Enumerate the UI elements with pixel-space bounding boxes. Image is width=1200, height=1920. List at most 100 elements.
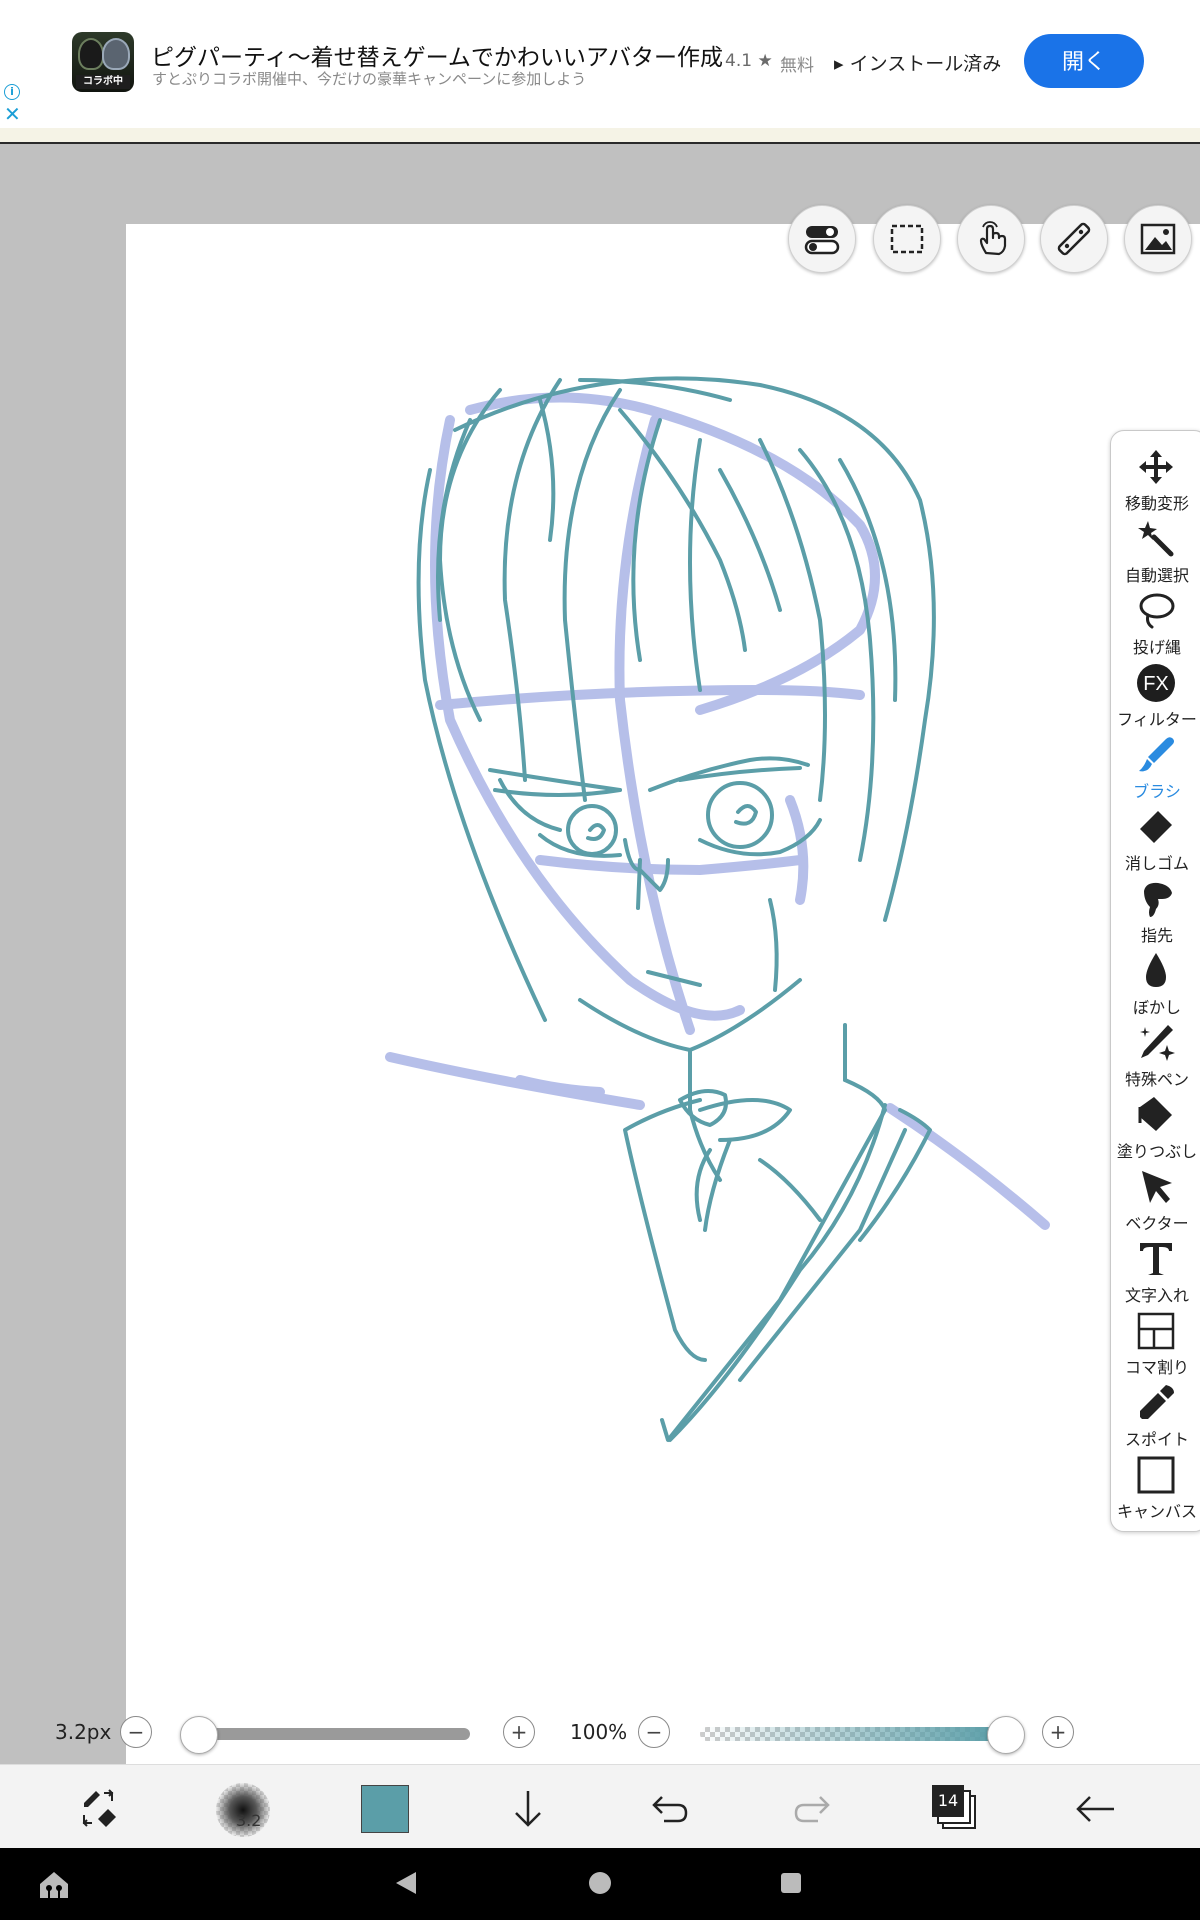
ruler-button[interactable] (1040, 205, 1108, 273)
brush-size-slider-handle[interactable] (180, 1716, 218, 1754)
brush-size-value: 3.2px (55, 1720, 112, 1744)
magic-wand-icon (1138, 521, 1174, 557)
gesture-button[interactable] (957, 205, 1025, 273)
ruler-icon (1057, 222, 1091, 256)
ad-app-icon-tag: コラボ中 (76, 75, 130, 89)
house-tool-icon (40, 1872, 68, 1898)
tool-lasso[interactable]: 投げ縄 (1111, 589, 1200, 661)
undo-icon (652, 1796, 688, 1823)
brush-size-decrease-button[interactable]: − (120, 1716, 152, 1748)
brush-size-badge: 3.2 (236, 1811, 262, 1830)
tool-special-pen[interactable]: 特殊ペン (1111, 1021, 1200, 1093)
tool-brush[interactable]: ブラシ (1111, 733, 1200, 805)
special-pen-icon (1140, 1025, 1175, 1061)
tool-move-transform[interactable]: 移動変形 (1111, 445, 1200, 517)
tool-blur[interactable]: ぼかし (1111, 949, 1200, 1021)
ad-close-icon[interactable]: ✕ (4, 104, 21, 124)
hand-touch-icon (979, 221, 1007, 256)
nav-recents-button[interactable] (781, 1873, 801, 1893)
ad-banner[interactable]: コラボ中 ピグパーティ〜着せ替えゲームでかわいいアバター作成 すとぷりコラボ開催… (0, 0, 1200, 128)
opacity-decrease-button[interactable]: − (638, 1716, 670, 1748)
tool-label: 文字入れ (1124, 1286, 1189, 1305)
lasso-icon (1139, 593, 1175, 629)
opacity-increase-button[interactable]: + (1042, 1716, 1074, 1748)
tool-label: 投げ縄 (1132, 638, 1181, 657)
eyedropper-icon (1140, 1385, 1174, 1419)
ad-installed-label: インストール済み (849, 53, 1002, 75)
sketch-lines (416, 376, 936, 1442)
panel-split-icon (1137, 1312, 1175, 1350)
tool-label: キャンバス (1116, 1502, 1197, 1521)
redo-button[interactable] (792, 1791, 832, 1827)
tool-eraser[interactable]: 消しゴム (1111, 805, 1200, 877)
blur-drop-icon (1146, 953, 1166, 987)
tool-label: 消しゴム (1124, 854, 1189, 873)
tool-palette: 移動変形 自動選択 投げ縄 FX フィルター ブラシ 消しゴム 指先 ぼかし 特… (1110, 430, 1200, 1532)
ad-app-icon[interactable]: コラボ中 (72, 32, 134, 92)
opacity-slider-handle[interactable] (987, 1716, 1025, 1754)
fill-bucket-icon (1138, 1097, 1172, 1131)
tool-vector[interactable]: ベクター (1111, 1165, 1200, 1237)
canvas-icon (1137, 1456, 1175, 1494)
opacity-slider-track[interactable] (700, 1727, 1000, 1741)
ad-title[interactable]: ピグパーティ〜着せ替えゲームでかわいいアバター作成 (151, 38, 723, 72)
tool-eyedropper[interactable]: スポイト (1111, 1381, 1200, 1453)
tool-canvas[interactable]: キャンバス (1111, 1453, 1200, 1525)
text-icon (1140, 1243, 1172, 1275)
selection-button[interactable] (873, 205, 941, 273)
ad-rating: 4.1 ★ (725, 51, 773, 71)
redo-icon (794, 1796, 830, 1823)
ad-installed-status: ▸ インストール済み (834, 49, 1001, 76)
tool-label: ブラシ (1133, 782, 1181, 801)
nav-home-button[interactable] (589, 1872, 611, 1894)
tool-smudge[interactable]: 指先 (1111, 877, 1200, 949)
tool-label: 自動選択 (1124, 566, 1189, 585)
color-swatch-button[interactable] (361, 1785, 409, 1833)
undo-button[interactable] (650, 1791, 690, 1827)
ad-open-button[interactable]: 開く (1024, 34, 1144, 88)
tool-label: 移動変形 (1124, 494, 1189, 513)
system-nav-bar (0, 1848, 1200, 1920)
settings-toggle-button[interactable] (788, 205, 856, 273)
image-icon (1140, 223, 1176, 255)
brush-eraser-swap-icon (82, 1789, 116, 1827)
material-button[interactable] (1124, 205, 1192, 273)
eraser-icon (1140, 811, 1172, 843)
arrow-down-icon (515, 1791, 541, 1827)
swap-brush-eraser-button[interactable] (78, 1787, 120, 1829)
tool-label: ベクター (1125, 1214, 1189, 1233)
ad-subtitle: すとぷりコラボ開催中、今だけの豪華キャンペーンに参加しよう (152, 70, 587, 88)
tool-label: 指先 (1140, 926, 1173, 945)
tool-filter[interactable]: FX フィルター (1111, 661, 1200, 733)
tool-label: スポイト (1124, 1430, 1189, 1449)
tool-fill[interactable]: 塗りつぶし (1111, 1093, 1200, 1165)
save-down-button[interactable] (508, 1787, 548, 1831)
accessibility-app-icon[interactable] (38, 1870, 70, 1900)
nav-back-button[interactable] (394, 1870, 418, 1896)
tool-panel-split[interactable]: コマ割り (1111, 1309, 1200, 1381)
brush-slider-row: 3.2px − + 100% − + (0, 1700, 1200, 1764)
drawing-canvas[interactable] (126, 224, 1200, 1764)
triangle-back-icon (396, 1872, 416, 1894)
opacity-value: 100% (570, 1720, 628, 1744)
sketch-artwork (385, 376, 1050, 1442)
move-icon (1139, 450, 1173, 484)
tool-label: 特殊ペン (1124, 1070, 1189, 1089)
vector-arrow-icon (1142, 1171, 1172, 1203)
bottom-toolbar: 3.2 14 (0, 1764, 1200, 1849)
brush-preview-button[interactable]: 3.2 (216, 1783, 270, 1837)
back-button[interactable] (1074, 1789, 1118, 1829)
fx-text: FX (1143, 673, 1169, 695)
layers-button[interactable]: 14 (932, 1785, 976, 1831)
tool-text[interactable]: 文字入れ (1111, 1237, 1200, 1309)
brush-size-increase-button[interactable]: + (503, 1716, 535, 1748)
tool-label: フィルター (1117, 710, 1197, 729)
tool-label: 塗りつぶし (1116, 1142, 1198, 1161)
ad-divider (0, 128, 1200, 144)
brush-size-slider-track[interactable] (195, 1728, 470, 1740)
tool-auto-select[interactable]: 自動選択 (1111, 517, 1200, 589)
arrow-left-icon (1076, 1796, 1114, 1822)
tool-label: ぼかし (1132, 998, 1181, 1017)
ad-info-icon[interactable]: i (4, 84, 20, 100)
brush-icon (1139, 737, 1174, 772)
